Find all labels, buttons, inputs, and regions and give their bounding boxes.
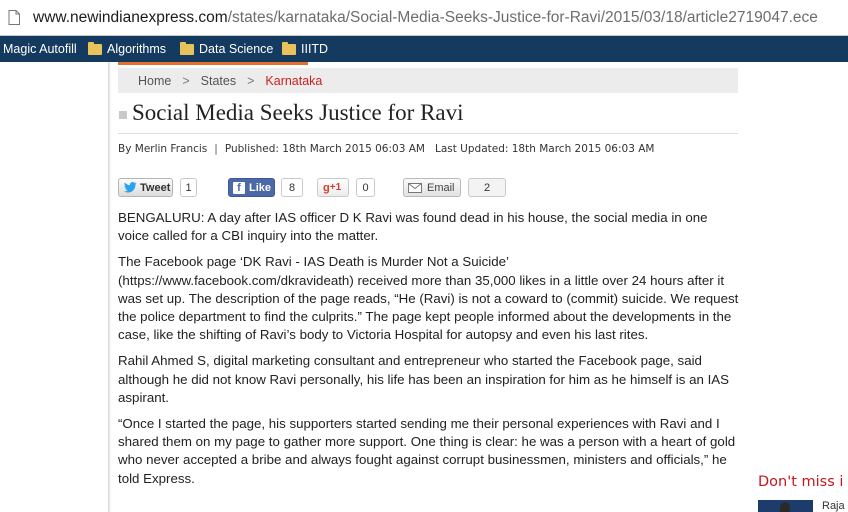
page-icon bbox=[8, 10, 20, 25]
like-label: Like bbox=[249, 181, 272, 194]
breadcrumb-karnataka[interactable]: Karnataka bbox=[265, 74, 322, 88]
breadcrumb: Home > States > Karnataka bbox=[118, 68, 738, 93]
google-plus-icon: g bbox=[323, 181, 330, 194]
breadcrumb-home[interactable]: Home bbox=[138, 74, 171, 88]
envelope-icon bbox=[408, 182, 422, 193]
breadcrumb-separator: > bbox=[182, 73, 190, 88]
email-count: 2 bbox=[468, 178, 506, 197]
url-text[interactable]: www.newindianexpress.com/states/karnatak… bbox=[33, 9, 818, 27]
bookmark-algorithms[interactable]: Algorithms bbox=[88, 40, 166, 58]
dont-miss-heading: Don't miss i bbox=[758, 474, 844, 490]
dont-miss-item-title[interactable]: Raja bbox=[822, 500, 845, 512]
header-accent-strip bbox=[118, 62, 308, 65]
article-paragraph: Rahil Ahmed S, digital marketing consult… bbox=[118, 353, 730, 405]
email-button[interactable]: Email bbox=[403, 178, 461, 197]
like-count: 8 bbox=[281, 178, 303, 197]
url-path: /states/karnataka/Social-Media-Seeks-Jus… bbox=[227, 9, 818, 26]
article-paragraph: “Once I started the page, his supporters… bbox=[118, 416, 736, 486]
url-host: www.newindianexpress.com bbox=[33, 9, 228, 26]
share-bar: Tweet 1 f Like 8 g +1 0 Email 2 bbox=[0, 178, 848, 199]
bookmark-label: Data Science bbox=[199, 42, 274, 56]
article-paragraph: BENGALURU: A day after IAS officer D K R… bbox=[118, 210, 708, 244]
tweet-button[interactable]: Tweet bbox=[118, 178, 173, 197]
title-bullet bbox=[119, 111, 127, 119]
byline-separator: | bbox=[214, 143, 218, 155]
google-plus-count: 0 bbox=[356, 178, 375, 197]
published-date: Published: 18th March 2015 06:03 AM bbox=[224, 143, 425, 155]
bookmark-magic-autofill[interactable]: Magic Autofill bbox=[3, 40, 77, 58]
bookmark-label: IIITD bbox=[301, 42, 329, 56]
article-paragraph: The Facebook page ‘DK Ravi - IAS Death i… bbox=[118, 254, 739, 343]
dont-miss-thumbnail[interactable] bbox=[758, 500, 813, 512]
email-label: Email bbox=[427, 181, 455, 194]
updated-date: Last Updated: 18th March 2015 06:03 AM bbox=[434, 143, 655, 155]
author[interactable]: By Merlin Francis bbox=[118, 143, 207, 155]
breadcrumb-states[interactable]: States bbox=[201, 74, 236, 88]
google-plus-label: +1 bbox=[329, 182, 342, 193]
bookmarks-bar: Magic Autofill Algorithms Data Science I… bbox=[0, 36, 848, 62]
facebook-icon: f bbox=[233, 181, 245, 194]
address-bar[interactable]: www.newindianexpress.com/states/karnatak… bbox=[0, 0, 848, 36]
bookmark-data-science[interactable]: Data Science bbox=[180, 40, 273, 58]
title-divider bbox=[118, 133, 738, 134]
bookmark-label: Magic Autofill bbox=[3, 42, 77, 56]
folder-icon bbox=[88, 41, 102, 55]
bookmark-iiitd[interactable]: IIITD bbox=[282, 40, 328, 58]
content-shadow bbox=[108, 62, 111, 512]
facebook-like-button[interactable]: f Like bbox=[228, 178, 275, 197]
google-plus-button[interactable]: g +1 bbox=[317, 178, 349, 197]
tweet-label: Tweet bbox=[140, 181, 171, 194]
article-title: Social Media Seeks Justice for Ravi bbox=[132, 100, 464, 125]
breadcrumb-separator: > bbox=[247, 73, 255, 88]
tweet-count: 1 bbox=[180, 178, 197, 197]
byline: By Merlin Francis | Published: 18th March … bbox=[118, 143, 654, 155]
bookmark-label: Algorithms bbox=[107, 42, 167, 56]
folder-icon bbox=[282, 41, 296, 55]
article-body: BENGALURU: A day after IAS officer D K R… bbox=[118, 209, 742, 496]
twitter-bird-icon bbox=[124, 182, 137, 193]
folder-icon bbox=[180, 41, 194, 55]
